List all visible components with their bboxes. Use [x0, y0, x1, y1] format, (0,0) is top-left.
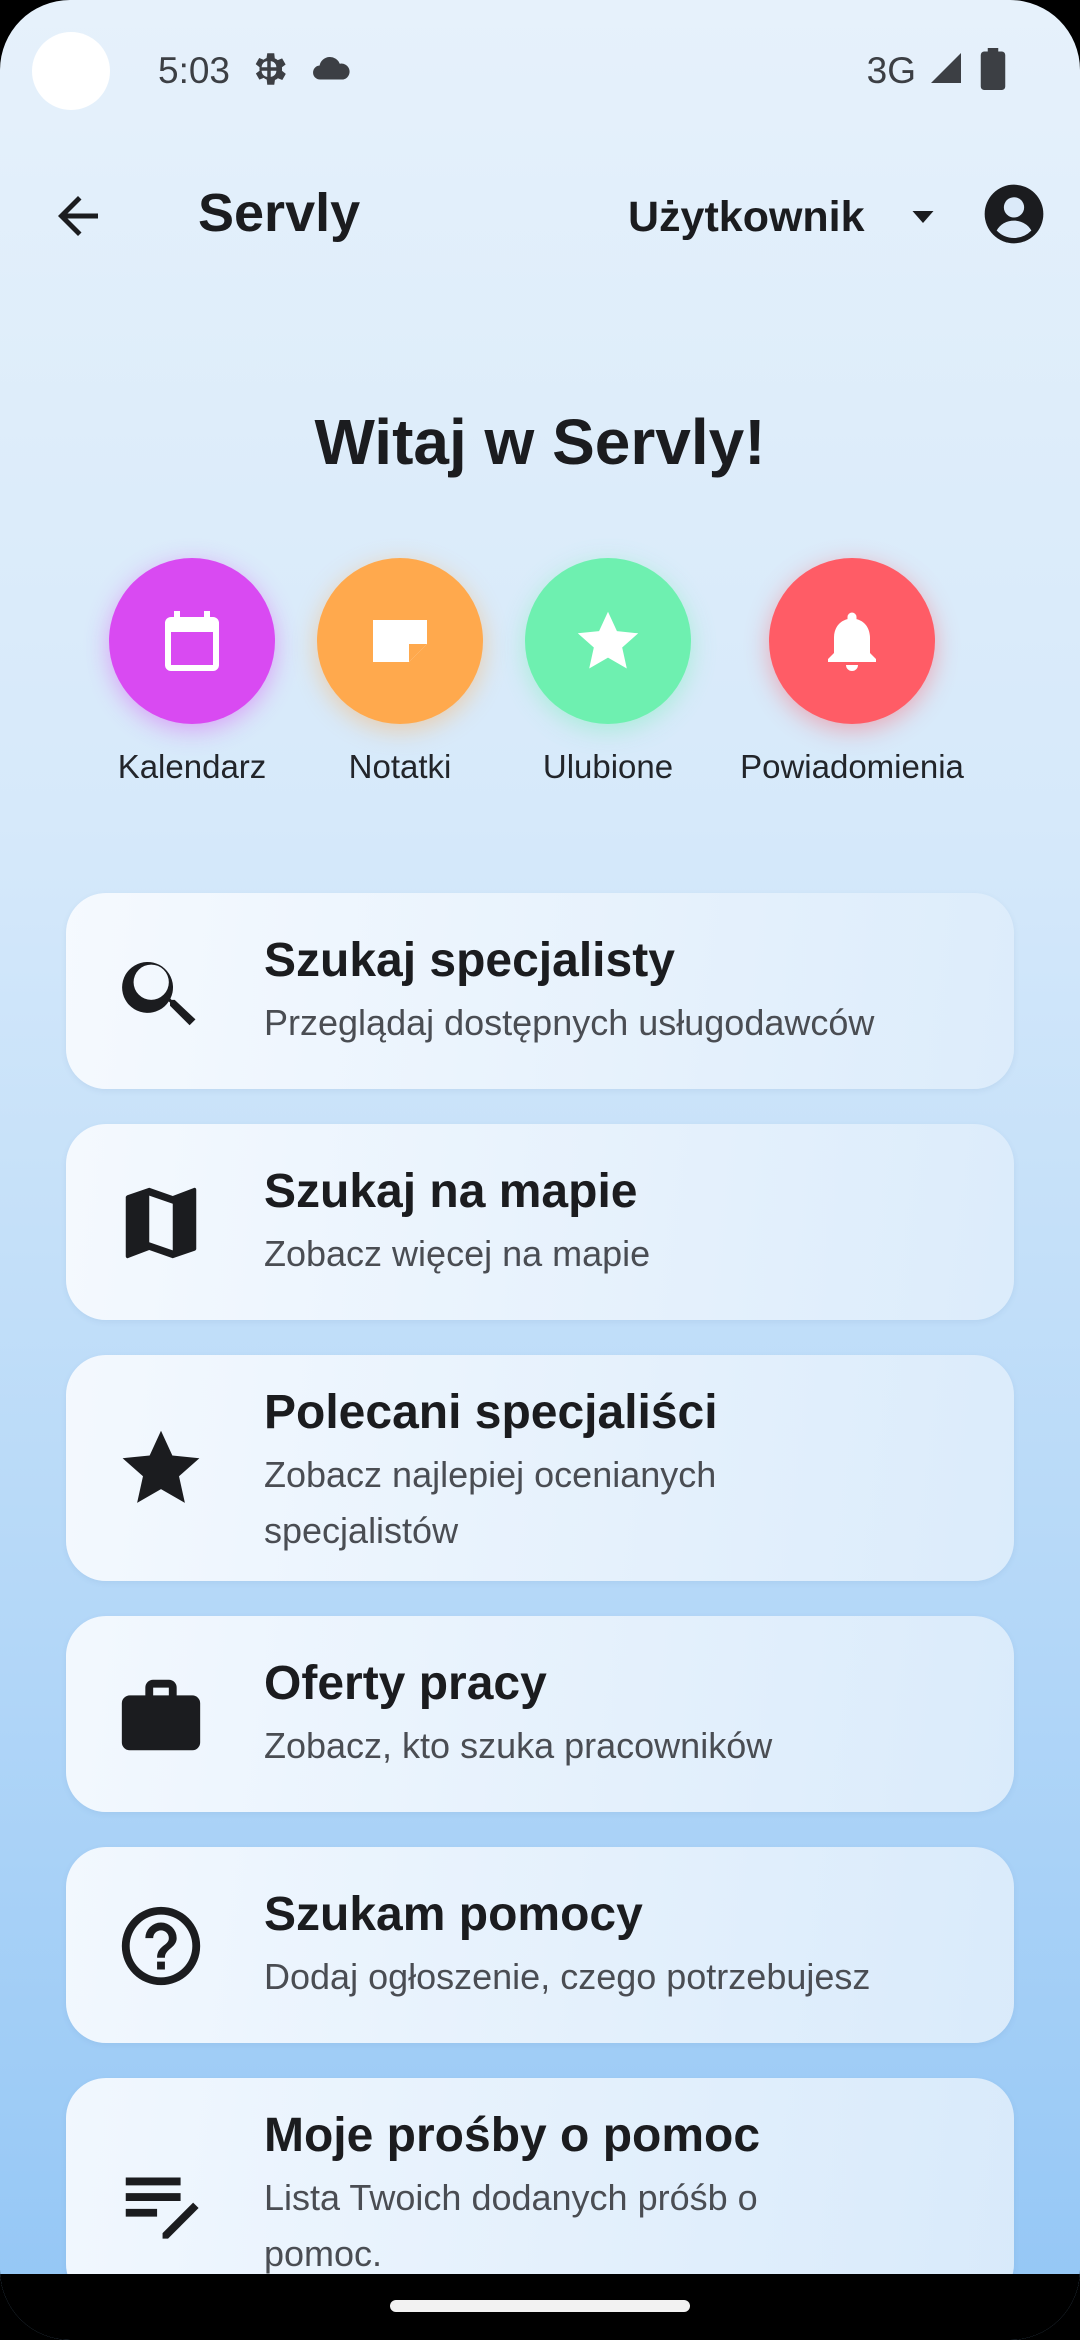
app-bar: Servly Użytkownik — [0, 160, 1080, 270]
help-icon — [121, 1906, 201, 1986]
card-title: Szukaj na mapie — [264, 1165, 638, 1218]
user-dropdown-label: Użytkownik — [628, 192, 865, 241]
user-dropdown[interactable]: Użytkownik — [628, 182, 941, 252]
briefcase-icon — [121, 1679, 201, 1751]
card-find-specialist[interactable]: Szukaj specjalisty Przeglądaj dostępnych… — [66, 893, 1014, 1089]
card-title: Polecani specjaliści — [264, 1386, 718, 1439]
star-icon — [122, 1430, 200, 1503]
quick-action-circle — [109, 558, 275, 724]
status-bar: 5:03 3G — [0, 0, 1080, 140]
card-subtitle: Zobacz więcej na mapie — [264, 1233, 651, 1274]
home-gesture-handle[interactable] — [390, 2300, 690, 2312]
camera-cutout — [32, 32, 110, 110]
bell-icon — [828, 612, 876, 671]
app-title: Servly — [198, 183, 361, 243]
quick-action-notifications[interactable]: Powiadomienia — [740, 558, 964, 786]
card-title: Szukaj specjalisty — [264, 934, 675, 987]
quick-action-label: Powiadomienia — [740, 748, 964, 785]
cloud-icon — [313, 56, 350, 80]
card-looking-for-help[interactable]: Szukam pomocy Dodaj ogłoszenie, czego po… — [66, 1847, 1014, 2043]
quick-action-circle — [525, 558, 691, 724]
caret-down-icon — [912, 211, 934, 223]
card-subtitle: Przeglądaj dostępnych usługodawców — [264, 1002, 875, 1043]
settings-gear-icon — [255, 53, 286, 85]
edit-list-icon — [125, 2177, 199, 2239]
signal-icon — [931, 53, 961, 83]
card-title: Moje prośby o pomoc — [264, 2109, 761, 2162]
quick-action-label: Notatki — [348, 748, 452, 785]
quick-action-notes[interactable]: Notatki — [300, 558, 500, 786]
quick-action-calendar[interactable]: Kalendarz — [92, 558, 292, 786]
card-recommended-specialists[interactable]: Polecani specjaliści Zobacz najlepiej oc… — [66, 1355, 1014, 1581]
calendar-icon — [165, 611, 219, 671]
screen: 5:03 3G Servly Użytkownik Witaj w Servly… — [0, 0, 1080, 2340]
quick-action-favorites[interactable]: Ulubione — [508, 558, 708, 786]
status-time: 5:03 — [158, 50, 231, 91]
network-type: 3G — [866, 50, 916, 91]
card-subtitle: Dodaj ogłoszenie, czego potrzebujesz — [264, 1956, 871, 1997]
account-circle-icon[interactable] — [982, 182, 1046, 246]
map-icon — [125, 1187, 197, 1259]
quick-action-circle — [769, 558, 935, 724]
quick-action-label: Kalendarz — [117, 748, 267, 785]
card-search-map[interactable]: Szukaj na mapie Zobacz więcej na mapie — [66, 1124, 1014, 1320]
quick-action-label: Ulubione — [542, 748, 674, 785]
star-icon — [577, 611, 639, 669]
card-subtitle: Zobacz, kto szuka pracowników — [264, 1725, 773, 1766]
search-icon — [122, 961, 196, 1026]
card-subtitle: Zobacz najlepiej ocenianych specjalistów — [264, 1454, 717, 1551]
quick-action-circle — [317, 558, 483, 724]
battery-icon — [980, 48, 1006, 90]
back-arrow-icon[interactable] — [48, 186, 108, 246]
welcome-heading: Witaj w Servly! — [314, 406, 766, 478]
card-title: Szukam pomocy — [264, 1888, 643, 1941]
card-title: Oferty pracy — [264, 1657, 547, 1710]
note-icon — [373, 620, 427, 662]
card-job-offers[interactable]: Oferty pracy Zobacz, kto szuka pracownik… — [66, 1616, 1014, 1812]
card-subtitle: Lista Twoich dodanych próśb o pomoc. — [264, 2177, 758, 2274]
card-my-help-requests[interactable]: Moje prośby o pomoc Lista Twoich dodanyc… — [66, 2078, 1014, 2304]
